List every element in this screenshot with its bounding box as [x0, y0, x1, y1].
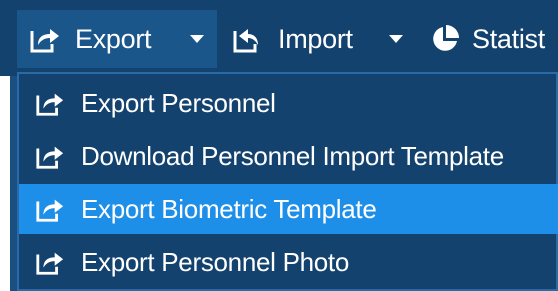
export-arrow-icon — [35, 88, 65, 118]
export-arrow-icon — [35, 194, 65, 224]
background-strip-edge — [10, 72, 17, 291]
import-button[interactable]: Import — [226, 10, 396, 68]
export-icon — [29, 24, 61, 54]
menu-item-export-personnel[interactable]: Export Personnel — [19, 78, 558, 128]
menu-item-label: Export Biometric Template — [81, 193, 377, 224]
menu-item-download-import-template[interactable]: Download Personnel Import Template — [19, 131, 558, 181]
export-arrow-icon — [35, 247, 65, 277]
menu-item-export-biometric-template[interactable]: Export Biometric Template — [19, 184, 558, 234]
chevron-down-icon — [190, 35, 204, 43]
menu-item-label: Download Personnel Import Template — [81, 140, 504, 171]
menu-item-label: Export Personnel — [81, 87, 276, 118]
export-dropdown-menu: Export Personnel Download Personnel Impo… — [17, 72, 558, 291]
menu-item-export-personnel-photo[interactable]: Export Personnel Photo — [19, 237, 558, 287]
statistics-button[interactable]: Statist — [426, 10, 558, 68]
export-button[interactable]: Export — [17, 10, 177, 68]
chevron-down-icon — [389, 35, 403, 43]
import-dropdown-toggle[interactable] — [380, 10, 412, 68]
menu-item-label: Export Personnel Photo — [81, 246, 350, 277]
export-dropdown-toggle[interactable] — [177, 10, 217, 68]
export-label: Export — [75, 23, 152, 54]
import-icon — [232, 24, 264, 54]
statistics-label: Statist — [472, 23, 545, 54]
toolbar: Export Import Statist — [0, 0, 558, 76]
pie-chart-icon — [430, 24, 460, 54]
export-arrow-icon — [35, 141, 65, 171]
import-label: Import — [278, 23, 353, 54]
